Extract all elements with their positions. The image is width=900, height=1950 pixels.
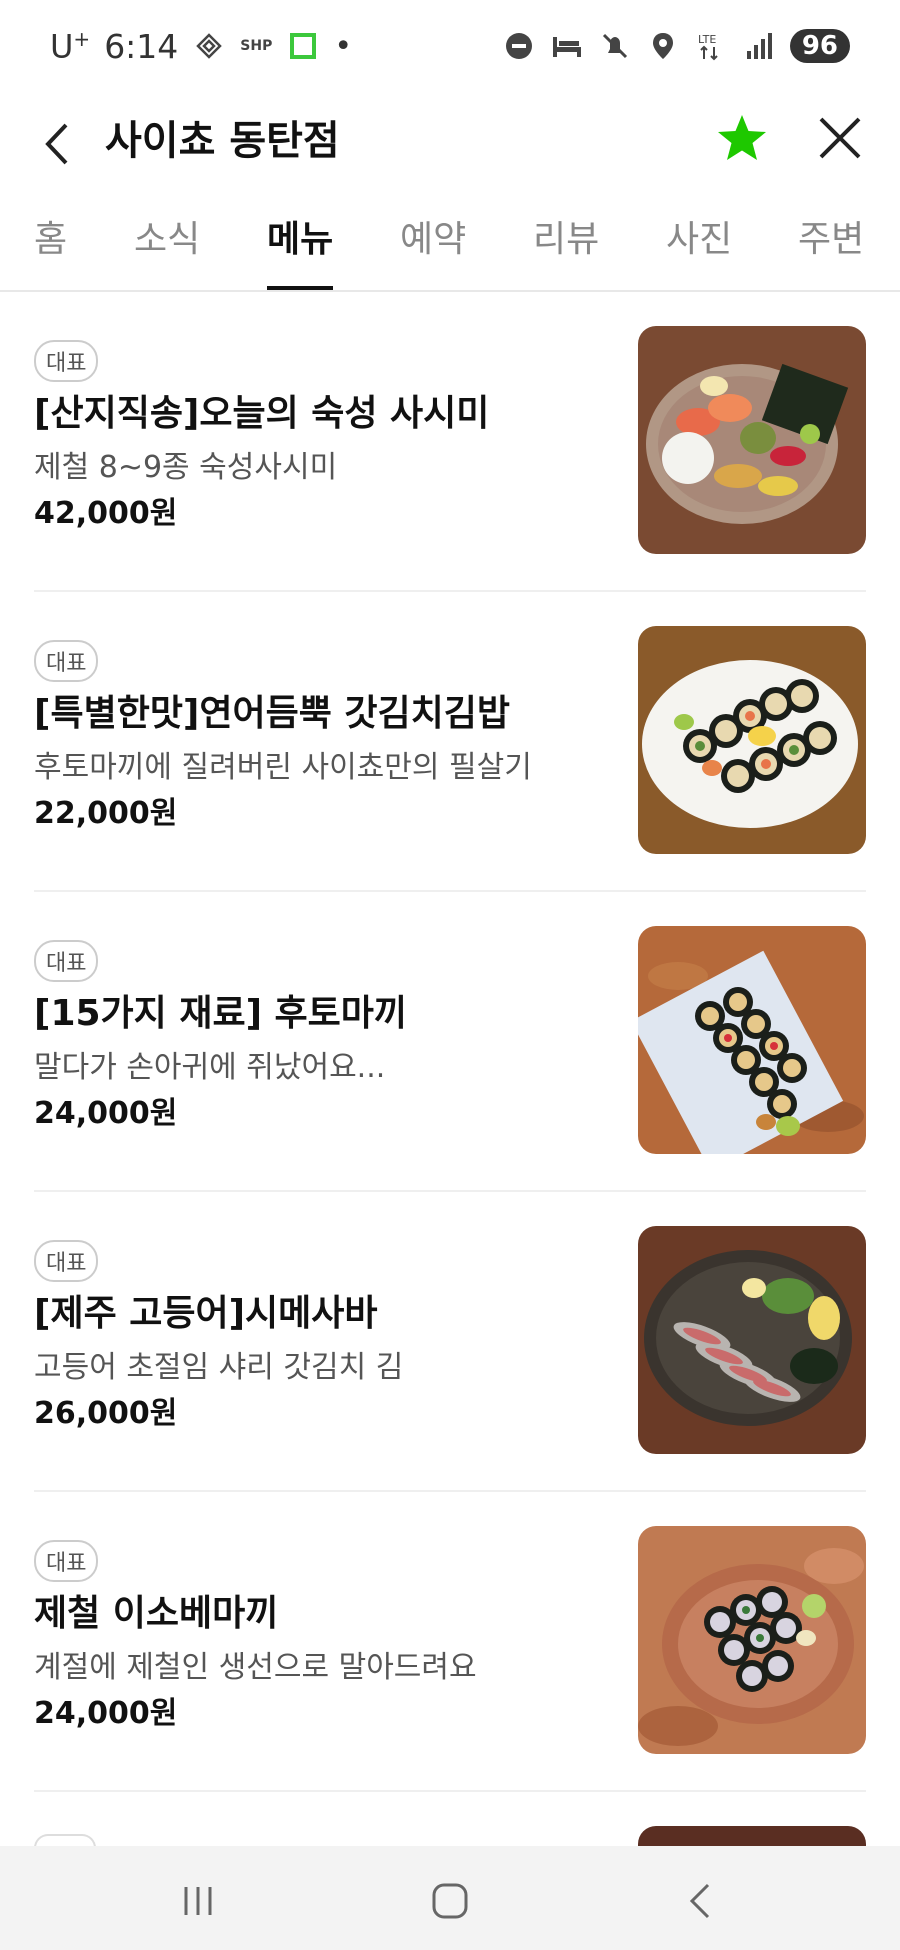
notification-dot: • bbox=[334, 28, 353, 64]
shime-saba-plate-image[interactable] bbox=[638, 1226, 866, 1454]
menu-item-price: 42,000원 bbox=[34, 496, 178, 531]
svg-text:LTE: LTE bbox=[698, 33, 716, 46]
sashimi-platter-image[interactable] bbox=[638, 326, 866, 554]
status-left: U+ 6:14 SHP • bbox=[50, 27, 352, 66]
system-nav-bar bbox=[0, 1846, 900, 1950]
signature-badge: 대표 bbox=[34, 940, 99, 982]
signature-badge: 대표 bbox=[34, 340, 99, 382]
menu-item[interactable]: 대표 제철 이소베마끼 계절에 제철인 생선으로 말아드려요 24,000원 bbox=[34, 1492, 866, 1792]
chevron-left-icon bbox=[45, 123, 68, 165]
menu-item-description: 고등어 초절임 샤리 갓김치 김 bbox=[34, 1350, 404, 1385]
menu-item[interactable]: 대표 [15가지 재료] 후토마끼 말다가 손아귀에 쥐났어요... 24,00… bbox=[34, 892, 866, 1192]
menu-item-name: 제철 이소베마끼 bbox=[34, 1593, 279, 1634]
menu-item-name: [15가지 재료] 후토마끼 bbox=[34, 993, 408, 1034]
close-button[interactable] bbox=[810, 108, 870, 168]
status-right: LTE 96 bbox=[502, 29, 850, 63]
menu-item-name: [제주 고등어]시메사바 bbox=[34, 1293, 378, 1334]
recent-apps-button[interactable] bbox=[168, 1876, 228, 1926]
battery-level: 96 bbox=[789, 29, 850, 63]
star-icon bbox=[718, 115, 766, 160]
menu-item-partial[interactable] bbox=[34, 1822, 866, 1848]
menu-item-price: 26,000원 bbox=[34, 1396, 178, 1431]
link-icon bbox=[192, 29, 226, 63]
system-back-button[interactable] bbox=[672, 1876, 732, 1926]
signature-badge: 대표 bbox=[34, 1240, 99, 1282]
square-app-icon bbox=[286, 29, 320, 63]
recent-apps-icon bbox=[184, 1887, 212, 1915]
menu-item-description: 후토마끼에 질려버린 사이쵸만의 필살기 bbox=[34, 750, 532, 785]
clock: 6:14 bbox=[104, 26, 179, 66]
page-title: 사이쵸 동탄점 bbox=[105, 118, 340, 164]
signature-badge: 대표 bbox=[34, 640, 99, 682]
menu-item[interactable]: 대표 [특별한맛]연어듬뿍 갓김치김밥 후토마끼에 질려버린 사이쵸만의 필살기… bbox=[34, 592, 866, 892]
carrier-label: U+ bbox=[50, 27, 90, 66]
dnd-icon bbox=[502, 29, 536, 63]
status-bar: U+ 6:14 SHP • LTE 96 bbox=[0, 0, 900, 92]
futomaki-plate-image[interactable] bbox=[638, 926, 866, 1154]
carrier-sup: + bbox=[73, 26, 91, 51]
app-header: 사이쵸 동탄점 bbox=[0, 92, 900, 212]
signal-icon bbox=[742, 29, 776, 63]
menu-item-name: [산지직송]오늘의 숙성 사시미 bbox=[34, 393, 490, 434]
kimbap-plate-image[interactable] bbox=[638, 626, 866, 854]
tab-menu[interactable]: 메뉴 bbox=[267, 210, 334, 290]
signature-badge: 대표 bbox=[34, 1540, 99, 1582]
mute-icon bbox=[598, 29, 632, 63]
carrier-text: U bbox=[50, 27, 74, 66]
tab-home[interactable]: 홈 bbox=[34, 210, 67, 290]
back-button[interactable] bbox=[28, 114, 88, 174]
menu-item-description: 말다가 손아귀에 쥐났어요... bbox=[34, 1050, 386, 1085]
lte-icon: LTE bbox=[694, 29, 728, 63]
close-icon bbox=[819, 117, 861, 159]
menu-item[interactable]: 대표 [산지직송]오늘의 숙성 사시미 제철 8~9종 숙성사시미 42,000… bbox=[34, 292, 866, 592]
menu-list: 대표 [산지직송]오늘의 숙성 사시미 제철 8~9종 숙성사시미 42,000… bbox=[0, 292, 900, 1792]
menu-item-description: 제철 8~9종 숙성사시미 bbox=[34, 450, 338, 485]
home-button[interactable] bbox=[420, 1876, 480, 1926]
app-badge: SHP bbox=[240, 38, 273, 54]
tab-nearby[interactable]: 주변 bbox=[798, 210, 864, 290]
tab-bar: 홈 소식 메뉴 예약 리뷰 사진 주변 bbox=[0, 200, 900, 292]
tab-reviews[interactable]: 리뷰 bbox=[533, 210, 599, 290]
menu-item-name: [특별한맛]연어듬뿍 갓김치김밥 bbox=[34, 693, 510, 734]
menu-item-price: 24,000원 bbox=[34, 1096, 178, 1131]
tab-photos[interactable]: 사진 bbox=[666, 210, 732, 290]
isobe-maki-plate-image[interactable] bbox=[638, 1526, 866, 1754]
bed-icon bbox=[550, 29, 584, 63]
menu-item[interactable]: 대표 [제주 고등어]시메사바 고등어 초절임 샤리 갓김치 김 26,000원 bbox=[34, 1192, 866, 1492]
menu-image-partial bbox=[638, 1826, 866, 1846]
home-icon bbox=[432, 1883, 468, 1919]
favorite-button[interactable] bbox=[712, 108, 772, 168]
back-icon bbox=[689, 1883, 710, 1919]
menu-item-price: 22,000원 bbox=[34, 796, 178, 831]
menu-item-price: 24,000원 bbox=[34, 1696, 178, 1731]
tab-news[interactable]: 소식 bbox=[134, 210, 200, 290]
menu-item-description: 계절에 제철인 생선으로 말아드려요 bbox=[34, 1650, 477, 1685]
location-icon bbox=[646, 29, 680, 63]
tab-reservation[interactable]: 예약 bbox=[400, 210, 466, 290]
